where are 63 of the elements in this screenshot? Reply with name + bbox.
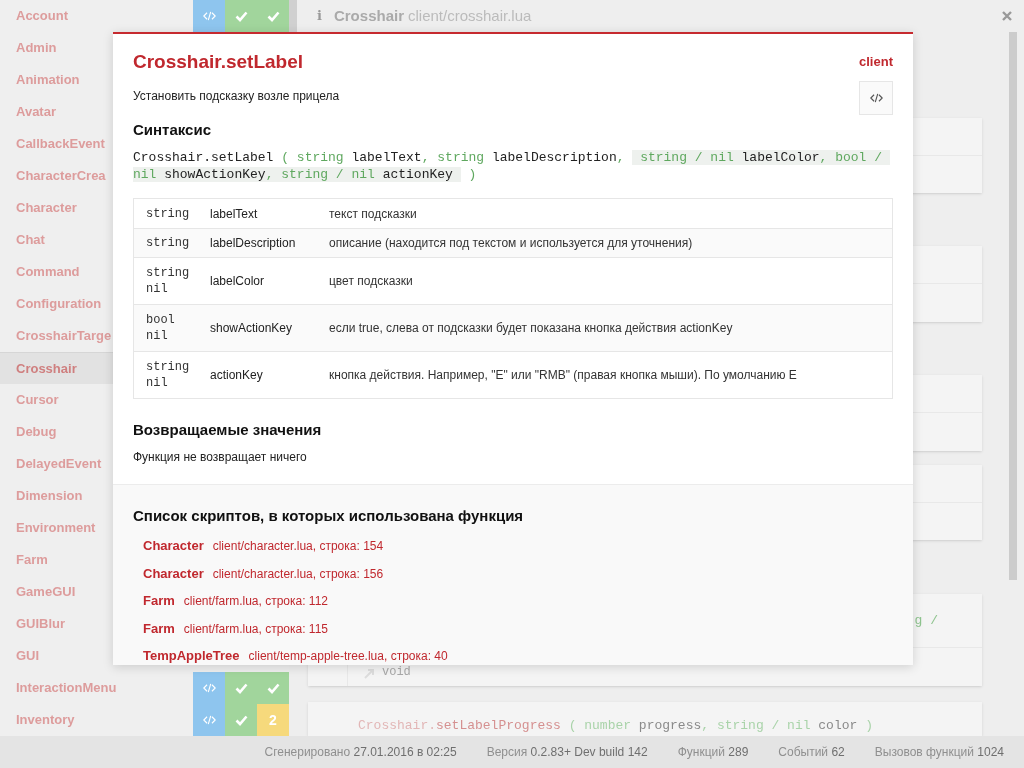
dialog-title: Crosshair.setLabel: [133, 50, 304, 74]
scrollbar[interactable]: [1009, 32, 1017, 580]
code-badge[interactable]: [193, 0, 225, 32]
script-name[interactable]: Character: [143, 563, 204, 583]
check-icon: [234, 714, 248, 726]
status-item: Версия 0.2.83+ Dev build 142: [486, 744, 648, 761]
side-label: client: [859, 53, 893, 71]
param-type: bool nil: [146, 312, 176, 344]
script-location[interactable]: client/character.lua, строка: 154: [212, 537, 384, 555]
code-icon: [202, 683, 216, 693]
return-type: void: [382, 666, 411, 679]
script-name[interactable]: Farm: [143, 591, 175, 611]
syntax-code: Crosshair.setLabel ( string labelText, string labelDescription, string / nil labelColor, bool / nil showActionKey, string / nil actionKey ): [133, 149, 893, 183]
sidebar-item[interactable]: InteractionMenu: [0, 678, 193, 698]
code-icon: [202, 715, 216, 725]
script-location[interactable]: client/character.lua, строка: 156: [212, 564, 384, 583]
section-heading: Возвращаемые значения: [133, 420, 323, 440]
header-title: Crosshair: [333, 5, 404, 26]
info-icon: i: [317, 6, 322, 26]
check-icon: [266, 10, 280, 22]
function-signature: Crosshair.setLabelProgress ( number progress, string / nil color ): [358, 718, 873, 733]
script-location[interactable]: client/temp-apple-tree.lua, строка: 40: [248, 647, 448, 665]
param-description: описание (находится под текстом и используется для уточнения): [329, 235, 694, 252]
param-name: labelColor: [210, 273, 266, 290]
code-icon: [202, 11, 216, 21]
script-name[interactable]: Character: [143, 536, 204, 556]
sidebar-item[interactable]: Account: [0, 6, 193, 26]
code-badge[interactable]: [193, 704, 225, 736]
param-type: string: [146, 205, 191, 222]
param-type: string nil: [146, 359, 191, 391]
code-fragment: g /: [914, 612, 938, 631]
check-icon: [266, 682, 280, 694]
script-name[interactable]: TempAppleTree: [143, 646, 240, 665]
param-name: actionKey: [210, 367, 264, 384]
sidebar-item[interactable]: Inventory: [0, 710, 193, 730]
param-name: labelText: [210, 205, 259, 223]
param-name: labelDescription: [210, 235, 297, 252]
count-badge: 2: [257, 704, 289, 736]
param-description: текст подсказки: [329, 205, 418, 223]
status-item: Вызовов функций 1024: [874, 744, 1004, 761]
code-badge[interactable]: [193, 672, 225, 704]
status-item: Функций 289: [677, 744, 749, 761]
returns-text: Функция не возвращает ничего: [133, 448, 308, 466]
status-item: Событий 62: [778, 744, 845, 761]
check-icon: [234, 682, 248, 694]
param-name: showActionKey: [210, 320, 294, 337]
param-type: string nil: [146, 265, 191, 297]
param-type: string: [146, 235, 191, 251]
param-description: если true, слева от подсказки будет показана кнопка действия actionKey: [329, 320, 734, 337]
section-heading: Список скриптов, в которых использована функция: [133, 505, 525, 526]
script-location[interactable]: client/farm.lua, строка: 115: [183, 619, 328, 638]
view-source-button[interactable]: [859, 80, 893, 115]
close-icon[interactable]: [1002, 11, 1012, 21]
check-icon: [234, 10, 248, 22]
arrow-icon: [364, 669, 374, 679]
param-description: кнопка действия. Например, "E" или "RMB" (правая кнопка мыши). По умолчанию E: [329, 367, 798, 384]
param-description: цвет подсказки: [329, 273, 414, 290]
section-heading: Синтаксис: [133, 119, 213, 140]
script-location[interactable]: client/farm.lua, строка: 112: [183, 592, 328, 610]
status-item: Сгенерировано 27.01.2016 в 02:25: [264, 744, 457, 761]
code-icon: [869, 92, 883, 103]
function-description: Установить подсказку возле прицела: [133, 87, 340, 105]
script-name[interactable]: Farm: [143, 618, 175, 638]
